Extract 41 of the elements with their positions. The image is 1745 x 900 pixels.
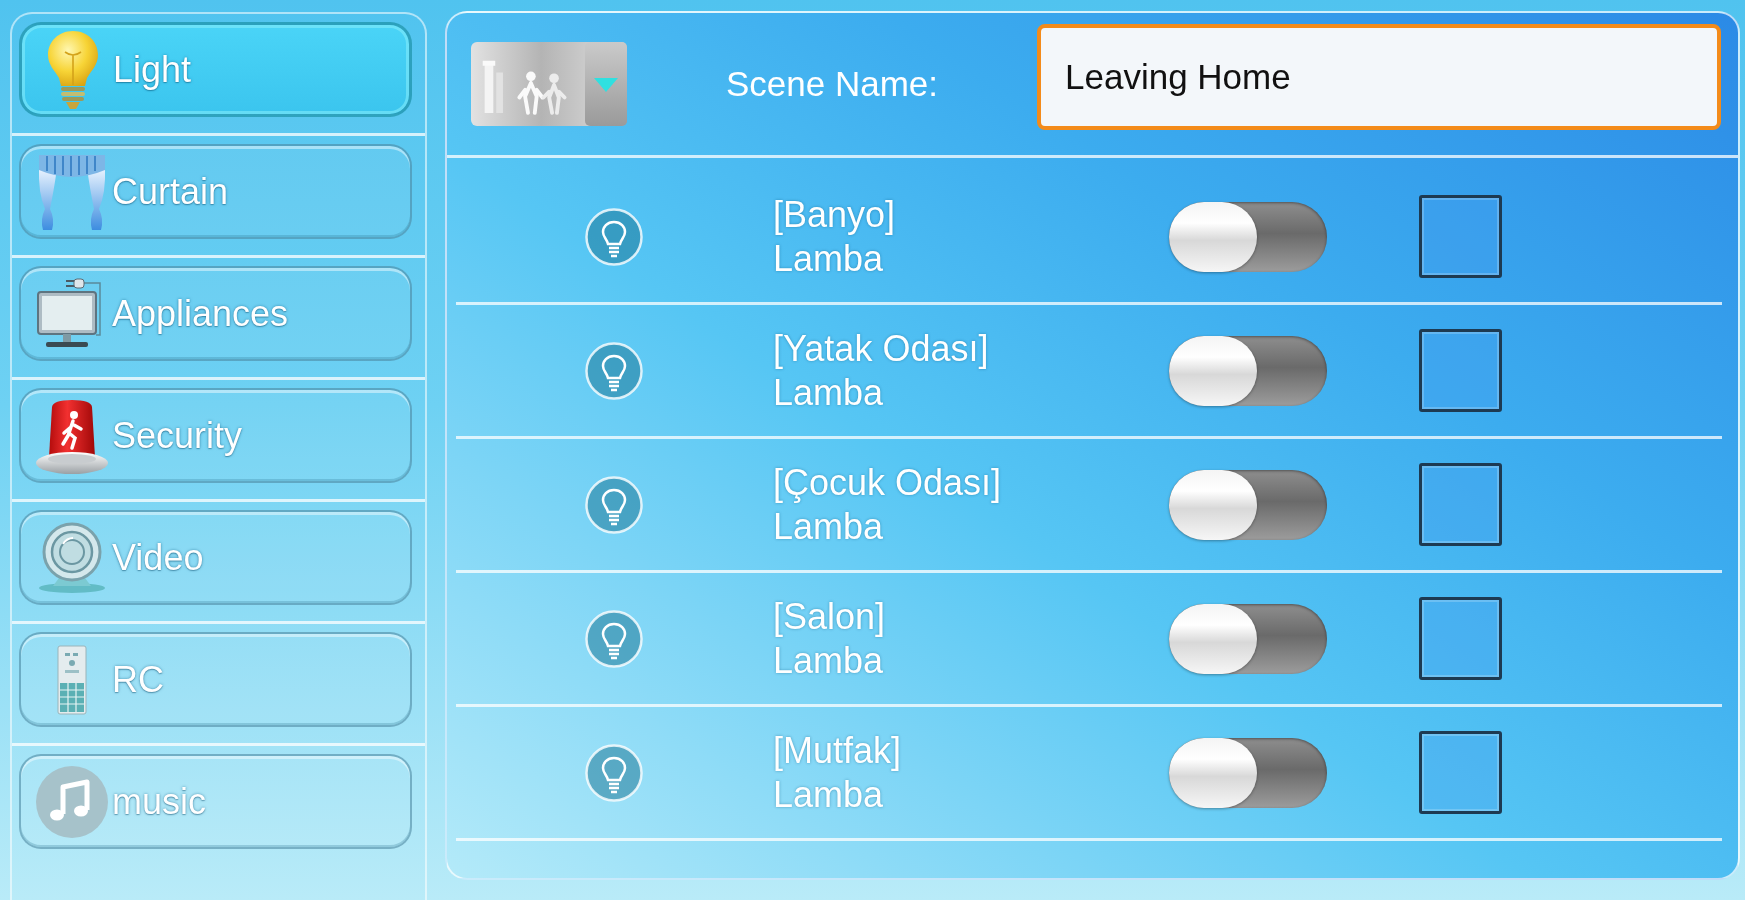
scene-name-field[interactable]: Leaving Home [1037,24,1721,130]
toggle-switch[interactable] [1169,335,1327,406]
caret-down-icon [585,42,627,126]
sidebar-item[interactable]: Curtain [19,144,412,239]
lightbulb-icon [585,609,643,668]
curtain-icon [36,152,108,231]
toggle-switch[interactable] [1169,737,1327,808]
room-name: [Çocuk Odası] [773,461,1002,505]
room-name: [Salon] [773,595,886,639]
lightbulb-icon [585,743,643,802]
device-name: Lamba [773,504,884,548]
sidebar-item[interactable]: RC [19,632,412,727]
scene-name-label: Scene Name: [726,62,939,105]
device-name: Lamba [773,370,884,414]
toggle-switch[interactable] [1169,469,1327,540]
device-name: Lamba [773,236,884,280]
room-name: [Yatak Odası] [773,327,989,371]
sidebar-item[interactable]: Security [19,388,412,483]
checkbox[interactable] [1419,597,1502,680]
sidebar-item[interactable]: music [19,754,412,849]
checkbox[interactable] [1419,463,1502,546]
sidebar-item[interactable]: Appliances [19,266,412,361]
music-note-icon [36,765,108,838]
lightbulb-icon [585,207,643,266]
webcam-icon [37,521,107,594]
room-name: [Banyo] [773,193,896,237]
remote-control-icon [57,644,87,715]
checkbox[interactable] [1419,195,1502,278]
checkbox[interactable] [1419,329,1502,412]
scene-dropdown[interactable] [471,42,627,126]
room-name: [Mutfak] [773,729,902,773]
lightbulb-icon [585,341,643,400]
checkbox[interactable] [1419,731,1502,814]
lightbulb-icon [46,29,100,110]
toggle-switch[interactable] [1169,603,1327,674]
toggle-switch[interactable] [1169,201,1327,272]
device-name: Lamba [773,638,884,682]
sidebar-item[interactable]: Video [19,510,412,605]
device-name: Lamba [773,772,884,816]
lightbulb-icon [585,475,643,534]
sidebar-item[interactable]: Light [19,22,412,117]
